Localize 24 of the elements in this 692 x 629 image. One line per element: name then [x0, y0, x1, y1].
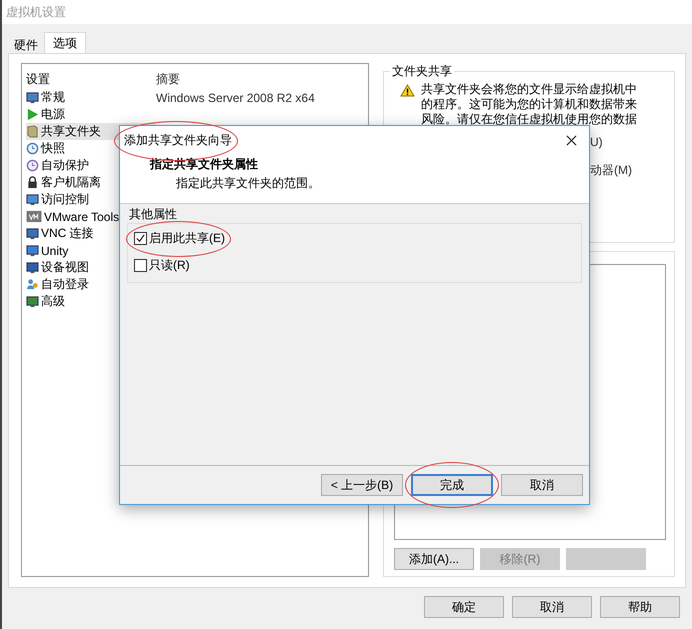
warning-text: 共享文件夹会将您的文件显示给虚拟机中的程序。这可能为您的计算机和数据带来风险。请仅在您信任虚拟机使用您的数据	[421, 82, 638, 127]
group-title: 文件夹共享	[391, 63, 453, 80]
item-label: 设备视图	[41, 259, 89, 276]
group-title: 其他属性	[129, 206, 177, 223]
item-label: 访问控制	[41, 191, 89, 208]
item-label: VMware Tools	[44, 210, 120, 224]
item-label: 自动保护	[41, 157, 89, 174]
item-label: 电源	[41, 106, 65, 123]
window-title: 虚拟机设置	[6, 4, 66, 20]
item-label: Unity	[41, 244, 68, 258]
item-label: 快照	[41, 140, 65, 157]
wizard-subheading: 指定此共享文件夹的范围。	[176, 175, 321, 192]
item-label: 高级	[41, 293, 65, 310]
item-summary: Windows Server 2008 R2 x64	[156, 90, 315, 104]
item-label: 客户机隔离	[41, 174, 101, 191]
item-label: 常规	[41, 89, 65, 106]
item-label: 共享文件夹	[41, 123, 101, 140]
column-header: 设置	[26, 70, 51, 88]
option-label: 动器(M)	[590, 162, 632, 179]
option-label: U)	[590, 134, 603, 148]
item-label: VNC 连接	[41, 225, 94, 242]
column-header: 摘要	[156, 70, 180, 88]
item-label: 自动登录	[41, 276, 89, 293]
dialog-title: 添加共享文件夹向导	[124, 132, 232, 148]
